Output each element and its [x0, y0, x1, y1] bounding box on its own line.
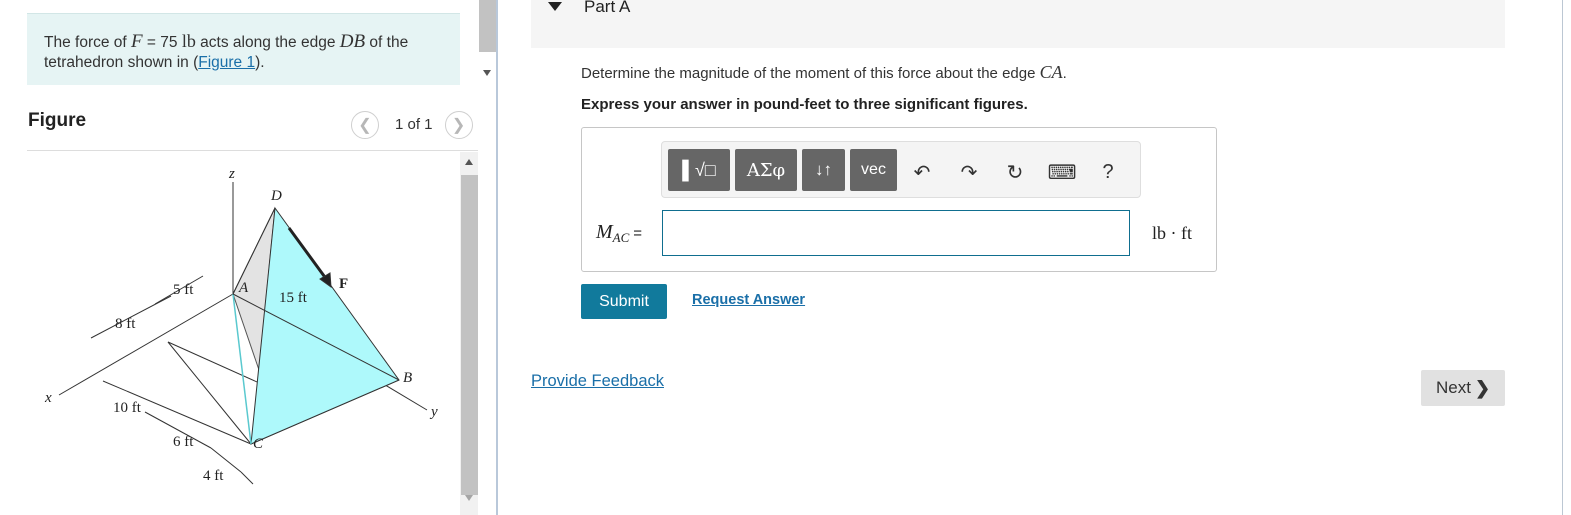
undo-icon[interactable]: ↶: [908, 156, 936, 188]
scrollbar-track: [1562, 0, 1563, 515]
divider: [27, 150, 478, 151]
left-pane-scrollbar[interactable]: [478, 0, 497, 515]
chevron-left-icon[interactable]: ❮: [351, 110, 379, 139]
label-x: x: [44, 390, 52, 406]
edge-label: CA: [1039, 62, 1063, 82]
moment-label: MAC =: [596, 221, 642, 246]
label-d: D: [270, 188, 282, 204]
next-label: Next: [1435, 378, 1471, 397]
edge-label: DB: [339, 31, 366, 52]
dim-6ft: 6 ft: [173, 434, 194, 450]
caret-down-icon[interactable]: [548, 2, 562, 11]
moment-symbol: M: [596, 221, 613, 243]
cyan-face: [250, 206, 400, 445]
tetrahedron-figure: z x y D A B C F 5 ft 8 ft 15 ft 10 ft 6 …: [44, 166, 438, 485]
intro-text: acts along the edge: [195, 34, 340, 51]
vector-button[interactable]: vec: [850, 149, 897, 191]
intro-text: ).: [255, 54, 265, 71]
help-icon[interactable]: ?: [1094, 156, 1122, 188]
force-unit: lb: [181, 31, 196, 51]
dim-15ft: 15 ft: [279, 290, 308, 306]
label-c: C: [253, 436, 264, 452]
figure-link[interactable]: Figure 1: [198, 54, 255, 71]
part-title[interactable]: Part A: [584, 0, 630, 17]
equals-sign: =: [633, 225, 643, 242]
label-b: B: [403, 370, 412, 386]
dim-4ft: 4 ft: [203, 468, 224, 484]
figure-counter: 1 of 1: [395, 116, 433, 133]
redo-icon[interactable]: ↷: [955, 156, 983, 188]
answer-instruction: Express your answer in pound-feet to thr…: [581, 96, 1028, 113]
dim-5ft: 5 ft: [173, 282, 194, 298]
label-z: z: [228, 166, 235, 182]
chevron-right-icon[interactable]: ❯: [444, 110, 473, 139]
scrollbar-thumb[interactable]: [479, 0, 496, 52]
dim-8ft: 8 ft: [115, 316, 136, 332]
answer-unit: lb · ft: [1152, 223, 1192, 243]
figure-scrollbar[interactable]: [460, 152, 479, 515]
request-answer-link[interactable]: Request Answer: [692, 292, 805, 308]
label-f: F: [339, 276, 348, 292]
scroll-up-icon[interactable]: [465, 159, 473, 165]
scroll-down-icon[interactable]: [465, 495, 473, 501]
figure-title: Figure: [28, 110, 87, 131]
question-body: Determine the magnitude of the moment of…: [581, 65, 1040, 82]
question-end: .: [1062, 65, 1067, 82]
dim-line: [240, 471, 254, 485]
answer-input[interactable]: [662, 210, 1130, 256]
intro-text: = 75: [142, 34, 182, 51]
page-scrollbar[interactable]: [1553, 0, 1571, 515]
force-variable: F: [131, 31, 143, 52]
provide-feedback-link[interactable]: Provide Feedback: [531, 372, 664, 391]
floor-line: [167, 341, 252, 445]
scroll-down-icon[interactable]: [483, 70, 491, 76]
scrollbar-thumb[interactable]: [461, 175, 478, 495]
reset-icon[interactable]: ↻: [1001, 156, 1029, 188]
problem-statement: The force of F = 75 lb acts along the ed…: [27, 13, 460, 85]
submit-button[interactable]: Submit: [581, 284, 667, 319]
dim-10ft: 10 ft: [113, 400, 142, 416]
pane-divider: [496, 0, 498, 515]
chevron-right-icon: ❯: [1474, 377, 1491, 398]
next-button[interactable]: Next ❯: [1421, 370, 1505, 406]
arrows-button[interactable]: ↓↑: [802, 149, 845, 191]
moment-subscript: AC: [612, 230, 630, 245]
question-text: Determine the magnitude of the moment of…: [581, 62, 1067, 83]
templates-button[interactable]: ▌√□: [668, 149, 730, 191]
greek-symbols-button[interactable]: ΑΣφ: [735, 149, 797, 191]
label-y: y: [429, 404, 438, 420]
part-header[interactable]: [531, 0, 1505, 48]
left-pane: The force of F = 75 lb acts along the ed…: [0, 0, 497, 515]
figure-navigation: ❮ 1 of 1 ❯: [351, 110, 473, 139]
intro-text: The force of: [44, 34, 132, 51]
keyboard-icon[interactable]: ⌨: [1048, 156, 1077, 188]
label-a: A: [238, 280, 249, 296]
